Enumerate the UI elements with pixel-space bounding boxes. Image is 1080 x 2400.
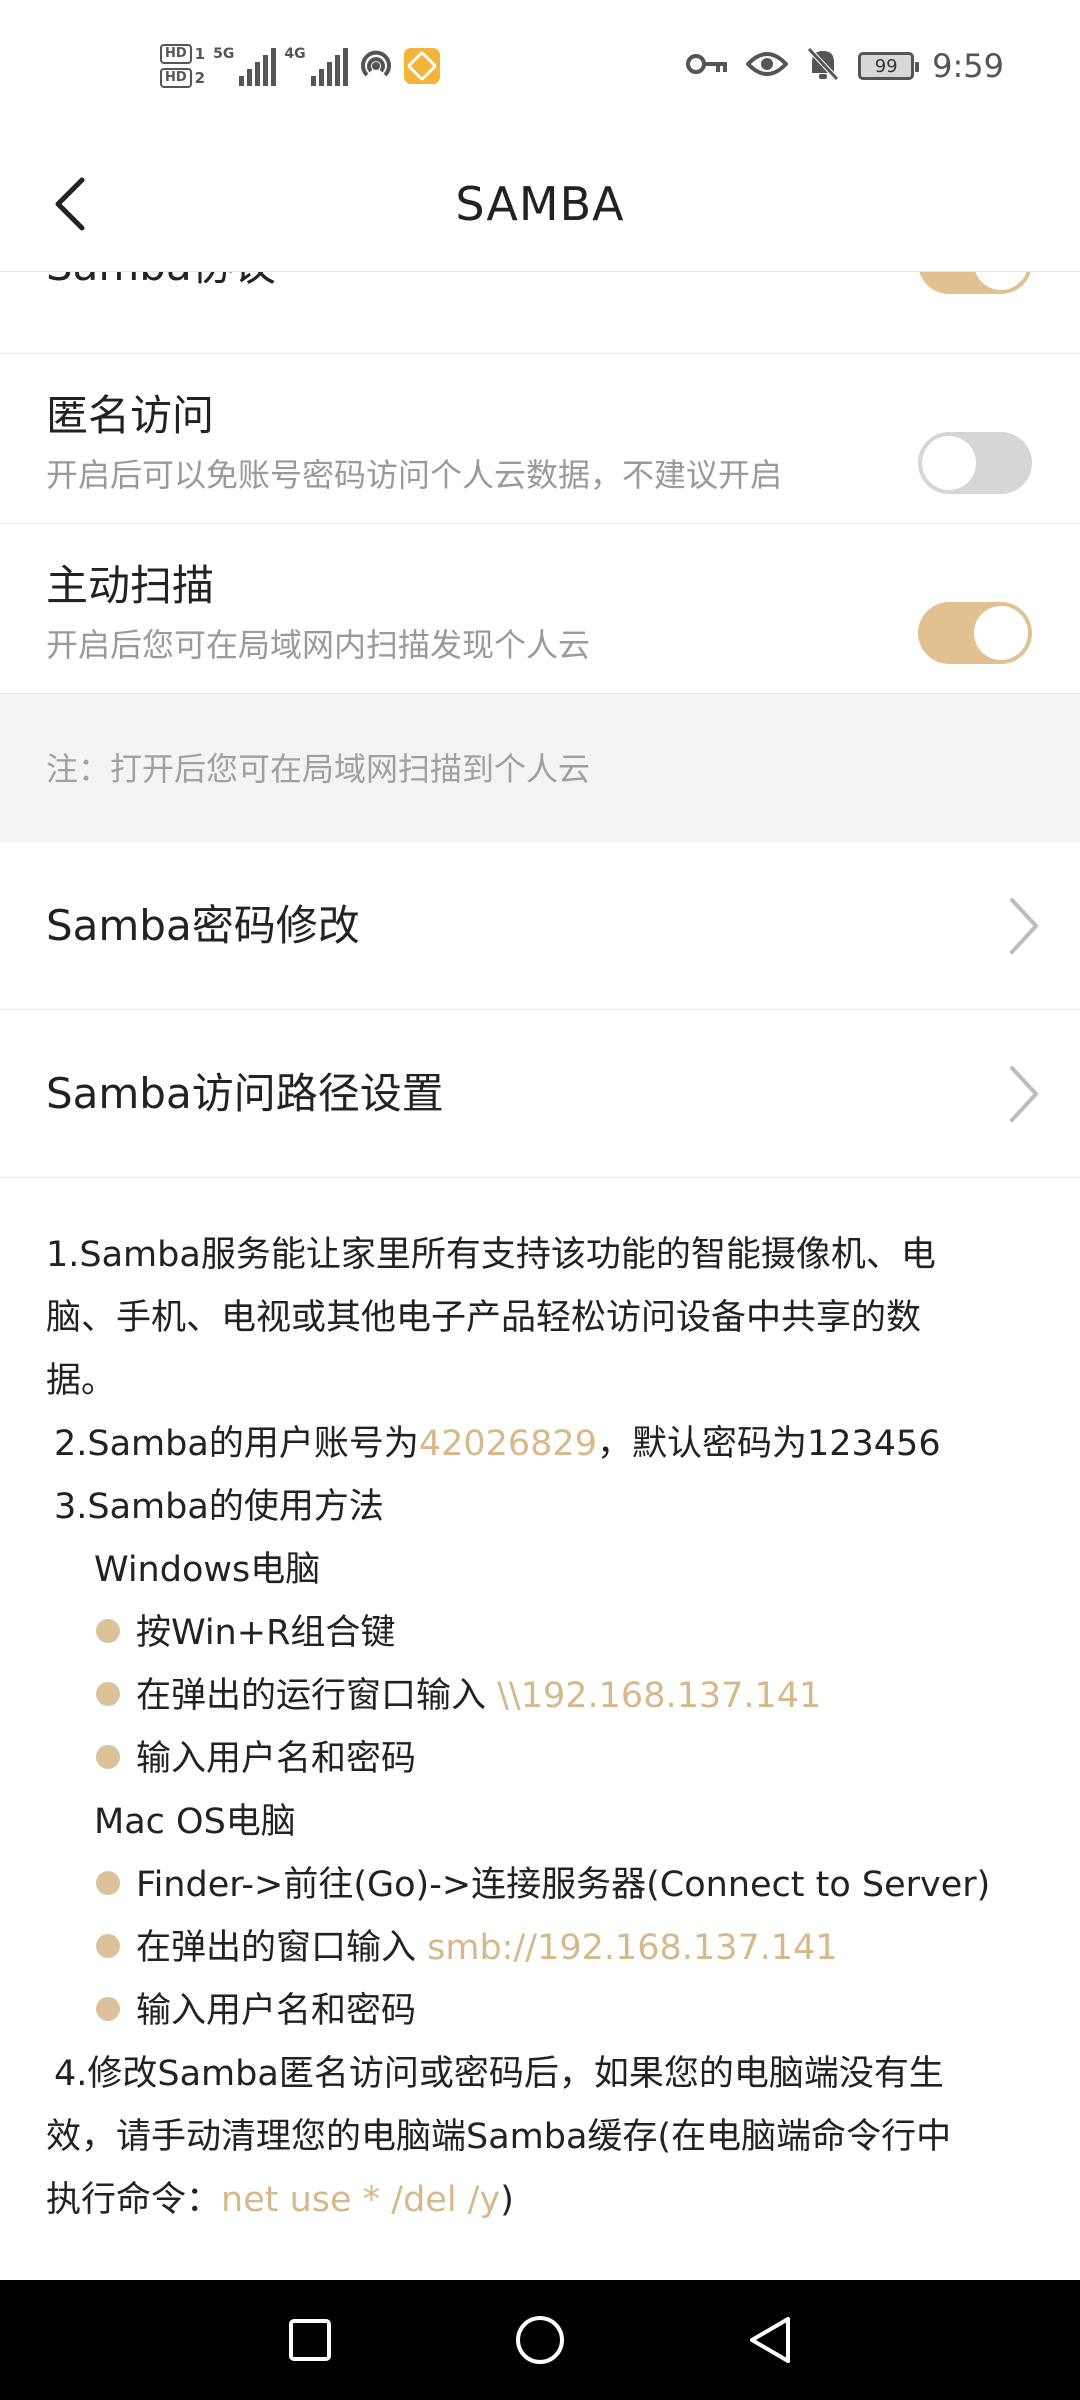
status-left: HD 1 HD 2 5G 4G bbox=[160, 36, 440, 96]
mac-step-3-text: 输入用户名和密码 bbox=[136, 1991, 417, 2031]
anonymous-access-toggle[interactable] bbox=[918, 432, 1032, 494]
win-step-2-text: 在弹出的运行窗口输入 bbox=[136, 1676, 498, 1716]
chevron-right-icon bbox=[1010, 1066, 1038, 1122]
bullet-dot bbox=[96, 1619, 120, 1643]
info-p4-line2: 效，请手动清理您的电脑端Samba缓存(在电脑端命令行中 bbox=[46, 2117, 952, 2157]
active-scan-toggle[interactable] bbox=[918, 602, 1032, 664]
note-band: 注：打开后您可在局域网扫描到个人云 bbox=[0, 694, 1080, 842]
bullet-dot bbox=[96, 1997, 120, 2021]
samba-password-change-row[interactable]: Samba密码修改 bbox=[0, 842, 1080, 1010]
win-step-2: 在弹出的运行窗口输入 \\192.168.137.141 bbox=[96, 1667, 821, 1718]
active-scan-row: 主动扫描 开启后您可在局域网内扫描发现个人云 bbox=[0, 524, 1080, 694]
bullet-dot bbox=[96, 1871, 120, 1895]
battery-level: 99 bbox=[874, 55, 898, 77]
info-p1-line2: 脑、手机、电视或其他电子产品轻松访问设备中共享的数 bbox=[46, 1298, 922, 1338]
eye-icon bbox=[745, 49, 789, 83]
mac-path: smb://192.168.137.141 bbox=[427, 1928, 838, 1968]
info-p4-line3: 执行命令：net use * /del /y) bbox=[46, 2171, 514, 2222]
back-nav-button[interactable] bbox=[740, 2310, 800, 2370]
mac-step-1-text: Finder->前往(Go)->连接服务器(Connect to Server) bbox=[136, 1865, 991, 1905]
signal-icon: 5G bbox=[213, 46, 277, 86]
hd-badge-2: HD bbox=[160, 68, 192, 88]
win-step-3: 输入用户名和密码 bbox=[96, 1730, 416, 1781]
app-notification-icon bbox=[403, 48, 440, 84]
win-step-1-text: 按Win+R组合键 bbox=[136, 1613, 396, 1653]
bullet-dot bbox=[96, 1745, 120, 1769]
mac-step-1: Finder->前往(Go)->连接服务器(Connect to Server) bbox=[96, 1856, 990, 1907]
samba-path-settings-row[interactable]: Samba访问路径设置 bbox=[0, 1010, 1080, 1178]
circle-icon bbox=[516, 2316, 564, 2364]
status-right: 99 9:59 bbox=[686, 36, 1004, 96]
toggle-knob bbox=[974, 606, 1028, 660]
active-scan-title: 主动扫描 bbox=[46, 561, 215, 610]
info-p2: 2.Samba的用户账号为42026829，默认密码为123456 bbox=[54, 1415, 941, 1466]
navigation-bar bbox=[0, 2280, 1080, 2400]
bullet-dot bbox=[96, 1682, 120, 1706]
home-button[interactable] bbox=[510, 2310, 570, 2370]
square-icon bbox=[289, 2319, 331, 2361]
windows-path: \\192.168.137.141 bbox=[497, 1676, 822, 1716]
mac-step-2: 在弹出的窗口输入 smb://192.168.137.141 bbox=[96, 1919, 838, 1970]
account-number: 42026829 bbox=[418, 1424, 597, 1464]
info-p3: 3.Samba的使用方法 bbox=[54, 1487, 384, 1527]
anonymous-access-subtitle: 开启后可以免账号密码访问个人云数据，不建议开启 bbox=[46, 456, 783, 494]
mute-bell-icon bbox=[806, 46, 840, 86]
chevron-right-icon bbox=[1010, 898, 1038, 954]
signal-icon: 4G bbox=[284, 46, 348, 86]
network-type-5g: 5G bbox=[213, 46, 235, 62]
note-text: 注：打开后您可在局域网扫描到个人云 bbox=[46, 750, 591, 788]
toggle-knob bbox=[922, 436, 976, 490]
sim-indicators: HD 1 HD 2 bbox=[160, 44, 205, 88]
sim2-index: 2 bbox=[194, 69, 206, 87]
info-p1-line1: 1.Samba服务能让家里所有支持该功能的智能摄像机、电 bbox=[46, 1235, 936, 1275]
info-p4-suffix: ) bbox=[500, 2180, 514, 2220]
battery-icon: 99 bbox=[858, 52, 920, 80]
app-header: SAMBA bbox=[0, 136, 1080, 272]
info-p4-prefix: 执行命令： bbox=[46, 2180, 222, 2220]
mac-title: Mac OS电脑 bbox=[94, 1802, 296, 1842]
active-scan-subtitle: 开启后您可在局域网内扫描发现个人云 bbox=[46, 626, 591, 664]
hotspot-icon bbox=[356, 44, 396, 88]
samba-password-change-label: Samba密码修改 bbox=[46, 901, 360, 950]
key-icon bbox=[686, 52, 728, 80]
clear-cache-command: net use * /del /y bbox=[221, 2180, 501, 2220]
win-step-3-text: 输入用户名和密码 bbox=[136, 1739, 417, 1779]
mac-step-2-text: 在弹出的窗口输入 bbox=[136, 1928, 428, 1968]
recents-button[interactable] bbox=[280, 2310, 340, 2370]
anonymous-access-row: 匿名访问 开启后可以免账号密码访问个人云数据，不建议开启 bbox=[0, 354, 1080, 524]
info-p1-line3: 据。 bbox=[46, 1361, 117, 1401]
anonymous-access-title: 匿名访问 bbox=[46, 391, 215, 440]
page-title: SAMBA bbox=[455, 177, 625, 231]
clock: 9:59 bbox=[932, 47, 1004, 85]
mac-step-3: 输入用户名和密码 bbox=[96, 1982, 416, 2033]
info-p2-prefix: 2.Samba的用户账号为 bbox=[54, 1424, 419, 1464]
windows-title: Windows电脑 bbox=[94, 1550, 321, 1590]
samba-path-settings-label: Samba访问路径设置 bbox=[46, 1069, 444, 1118]
triangle-back-icon bbox=[750, 2317, 790, 2363]
network-type-4g: 4G bbox=[284, 46, 306, 62]
info-p4-line1: 4.修改Samba匿名访问或密码后，如果您的电脑端没有生 bbox=[54, 2054, 944, 2094]
info-p2-suffix: ，默认密码为123456 bbox=[596, 1424, 941, 1464]
sim1-index: 1 bbox=[194, 45, 206, 63]
bullet-dot bbox=[96, 1934, 120, 1958]
hd-badge-1: HD bbox=[160, 44, 192, 64]
status-bar: HD 1 HD 2 5G 4G 99 9:59 bbox=[0, 0, 1080, 136]
win-step-1: 按Win+R组合键 bbox=[96, 1604, 395, 1655]
